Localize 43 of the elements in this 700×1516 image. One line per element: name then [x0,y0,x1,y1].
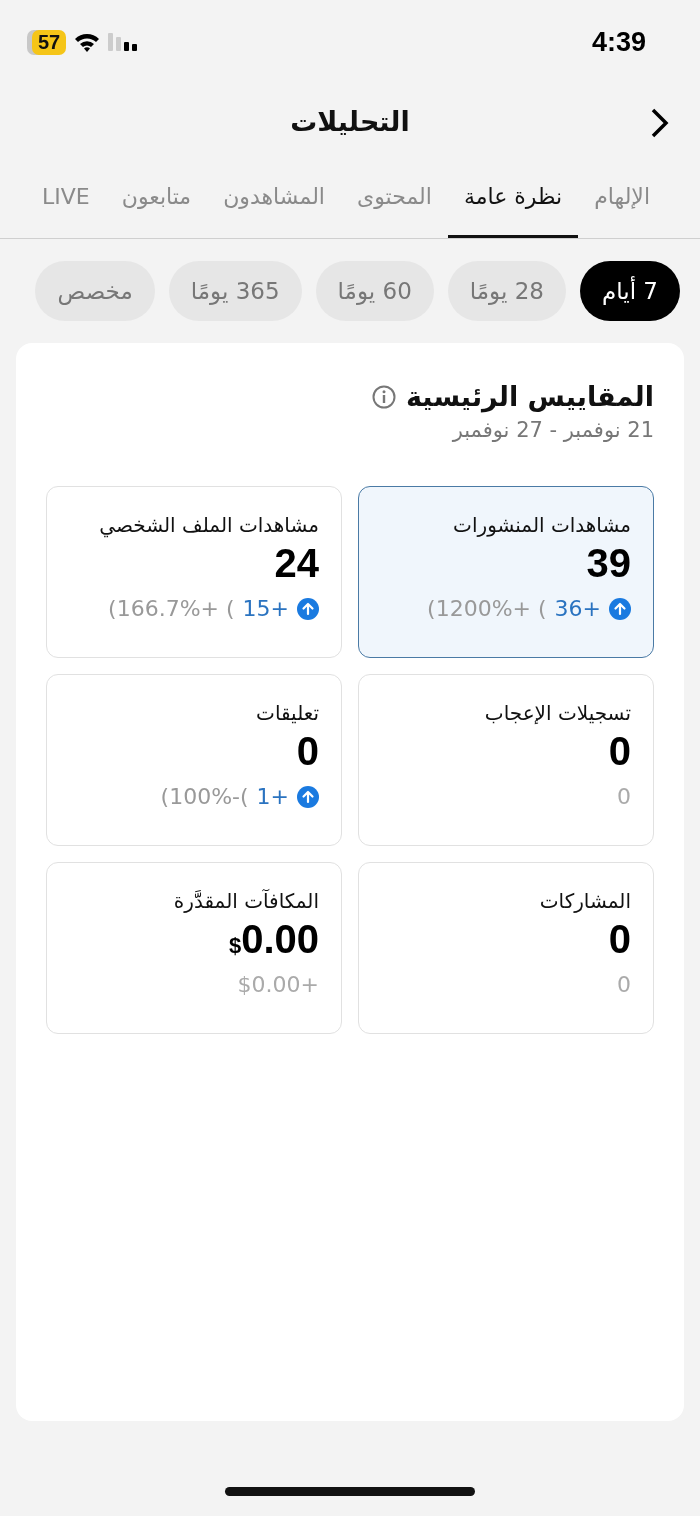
metric-title: المكافآت المقدَّرة [173,889,319,913]
date-range: 21 نوفمبر - 27 نوفمبر [452,418,654,442]
change-delta: 1+ [256,784,289,809]
metric-value: 0 [296,729,319,774]
range-chip[interactable]: 365 يومًا [168,261,302,321]
change-percent: (100%-( [160,784,249,809]
section-title: المقاييس الرئيسية [406,381,654,412]
change-value: 0 [617,784,631,809]
metric-title: المشاركات [539,889,631,913]
chevron-right-icon[interactable] [650,108,670,138]
tab[interactable]: LIVE [26,158,106,238]
tab[interactable]: نظرة عامة [447,158,579,238]
metric-value: 39 [586,541,631,586]
metric-title: مشاهدات المنشورات [453,513,631,537]
metric-title: مشاهدات الملف الشخصي [99,513,319,537]
arrow-up-icon [297,785,319,808]
range-chip[interactable]: مخصص [35,261,155,321]
wifi-icon [74,32,101,52]
arrow-up-icon [609,597,631,620]
range-chip[interactable]: 60 يومًا [315,261,434,321]
tab[interactable]: متابعون [105,158,208,238]
metric-value: $0.00 [228,917,319,962]
tab[interactable]: المحتوى [340,158,448,238]
change-delta: 36+ [554,596,601,621]
change-delta: 15+ [242,596,289,621]
info-icon[interactable] [372,384,396,409]
metric-value: 24 [274,541,319,586]
metric-value: 0 [608,729,631,774]
change-percent: (1200%+ ( [427,596,547,621]
metric-title: تعليقات [256,701,319,725]
change-percent: (166.7%+ ( [108,596,235,621]
change-value: 0 [617,972,631,997]
arrow-up-icon [297,597,319,620]
metric-title: تسجيلات الإعجاب [484,701,631,725]
page-title: التحليلات [290,105,410,137]
tab[interactable]: الإلهام [578,158,666,238]
range-chip[interactable]: 28 يومًا [447,261,566,321]
metric-value: 0 [608,917,631,962]
signal-icon [108,33,139,51]
range-chip[interactable]: 7 أيام [580,261,680,321]
tab[interactable]: المشاهدون [207,158,341,238]
status-time: 4:39 [591,26,646,58]
change-value: $0.00+ [237,972,319,997]
